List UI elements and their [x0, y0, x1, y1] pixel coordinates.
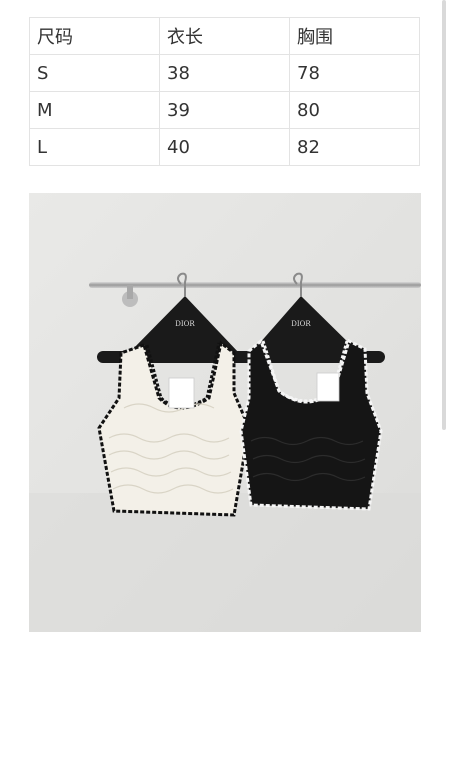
scrollbar[interactable] — [442, 0, 446, 430]
table-row: M 39 80 — [29, 91, 420, 129]
header-bust: 胸围 — [289, 17, 420, 55]
bust-cell: 78 — [289, 54, 420, 92]
size-cell: L — [29, 128, 160, 166]
header-length: 衣长 — [159, 17, 290, 55]
clothing-rail — [89, 282, 421, 288]
size-cell: S — [29, 54, 160, 92]
left-hanger-brand: DIOR — [175, 320, 195, 328]
bust-cell: 82 — [289, 128, 420, 166]
table-row: S 38 78 — [29, 54, 420, 92]
length-cell: 39 — [159, 91, 290, 129]
size-chart-table: 尺码 衣长 胸围 S 38 78 M 39 80 L 40 82 — [29, 17, 420, 166]
table-row: L 40 82 — [29, 128, 420, 166]
size-cell: M — [29, 91, 160, 129]
length-cell: 40 — [159, 128, 290, 166]
right-hanger-brand: DIOR — [291, 320, 311, 328]
product-photo-illustration: DIOR DIOR — [29, 193, 421, 632]
white-tank-hang-tag — [168, 377, 195, 409]
product-photo: DIOR DIOR — [29, 193, 421, 632]
bust-cell: 80 — [289, 91, 420, 129]
black-tank-hang-tag — [316, 372, 340, 402]
header-size: 尺码 — [29, 17, 160, 55]
table-header-row: 尺码 衣长 胸围 — [29, 17, 420, 55]
length-cell: 38 — [159, 54, 290, 92]
